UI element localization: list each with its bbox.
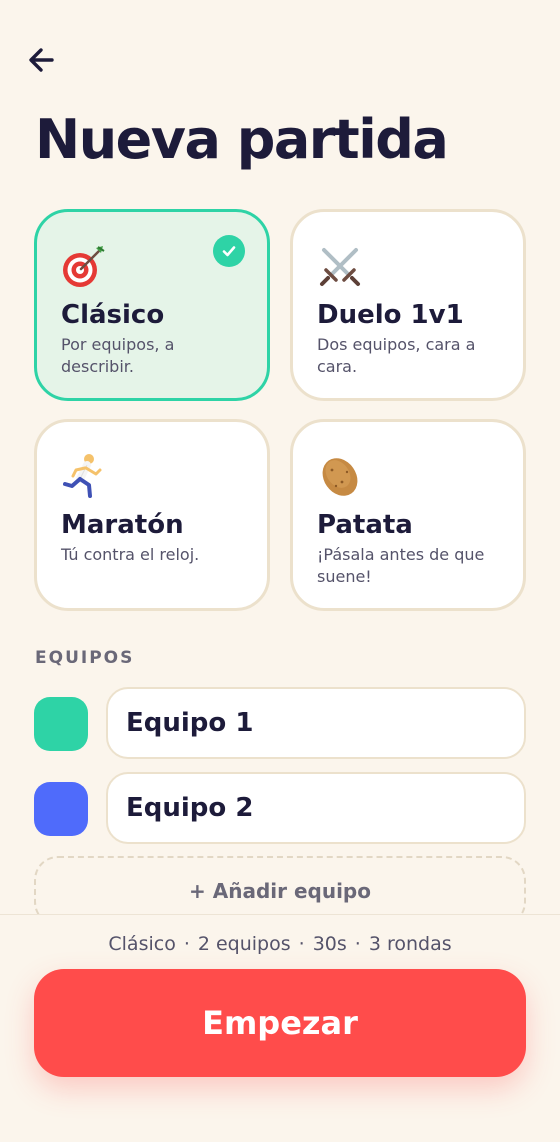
summary-rounds: 3 rondas <box>368 933 452 955</box>
game-summary: Clásico · 2 equipos · 30s · 3 rondas <box>0 933 560 955</box>
team-row <box>34 687 526 759</box>
potato-icon <box>322 458 358 496</box>
mode-name: Patata <box>317 510 413 540</box>
target-icon <box>63 246 105 287</box>
mode-name: Duelo 1v1 <box>317 300 464 330</box>
mode-name: Maratón <box>61 510 184 540</box>
footer-bar: Clásico · 2 equipos · 30s · 3 rondas Empezar <box>0 914 560 1142</box>
mode-card-clasico[interactable]: Clásico Por equipos, a describir. <box>34 209 270 401</box>
summary-teams: 2 equipos <box>197 933 291 955</box>
start-button[interactable]: Empezar <box>34 969 526 1077</box>
crossed-swords-icon <box>320 248 360 286</box>
selected-check-badge <box>213 235 245 267</box>
mode-card-duelo[interactable]: Duelo 1v1 Dos equipos, cara a cara. <box>290 209 526 401</box>
team-color-swatch[interactable] <box>34 782 88 836</box>
team-name-input[interactable] <box>106 772 526 844</box>
summary-separator: · <box>354 933 361 955</box>
summary-mode: Clásico <box>108 933 176 955</box>
team-name-input[interactable] <box>106 687 526 759</box>
page-title: Nueva partida <box>35 108 449 171</box>
arrow-left-icon <box>29 48 54 72</box>
new-game-screen: Nueva partida Clásico Por equipos, a des… <box>0 0 560 1142</box>
summary-separator: · <box>298 933 305 955</box>
mode-description: Dos equipos, cara a cara. <box>317 335 476 376</box>
runner-icon <box>63 454 102 498</box>
check-icon <box>222 246 236 257</box>
mode-card-maraton[interactable]: Maratón Tú contra el reloj. <box>34 419 270 611</box>
mode-grid: Clásico Por equipos, a describir. Duelo … <box>34 209 526 611</box>
mode-card-patata[interactable]: Patata ¡Pásala antes de que suene! <box>290 419 526 611</box>
mode-description: Por equipos, a describir. <box>61 335 175 376</box>
mode-description: Tú contra el reloj. <box>61 545 200 564</box>
mode-name: Clásico <box>61 300 165 330</box>
team-row <box>34 772 526 844</box>
mode-description: ¡Pásala antes de que suene! <box>317 545 485 586</box>
team-color-swatch[interactable] <box>34 697 88 751</box>
summary-time: 30s <box>312 933 347 955</box>
back-button[interactable] <box>22 40 62 80</box>
summary-separator: · <box>183 933 190 955</box>
teams-section-label: EQUIPOS <box>35 648 135 668</box>
